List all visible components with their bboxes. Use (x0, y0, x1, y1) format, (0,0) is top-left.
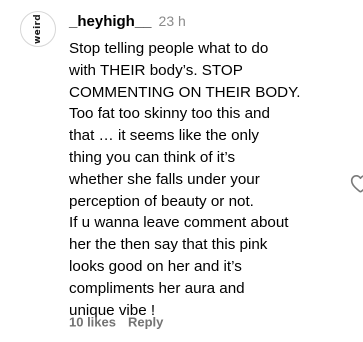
comment-text-line: that … it seems like the only (69, 127, 259, 145)
avatar-text: weird (32, 14, 43, 44)
comment-text-line: thing you can think of it’s (69, 148, 236, 166)
comment-text-line: looks good on her and it’s (69, 257, 242, 275)
username-link[interactable]: _heyhigh__ (69, 13, 152, 30)
comment-text-line: with THEIR body’s. STOP (69, 61, 243, 79)
comment-actions: 10 likes Reply (69, 315, 163, 330)
comment-text-line: whether she falls under your (69, 170, 260, 188)
comment-header: _heyhigh__ 23 h (69, 10, 186, 32)
comment-text-line: COMMENTING ON THEIR BODY. (69, 83, 301, 101)
comment-item: weird _heyhigh__ 23 h Stop telling people… (0, 0, 363, 342)
comment-text-line: Too fat too skinny too this and (69, 105, 270, 123)
reply-button[interactable]: Reply (128, 315, 163, 330)
comment-text-line: her the then say that this pink (69, 236, 268, 254)
comment-text-line: Stop telling people what to do (69, 40, 269, 57)
likes-count[interactable]: 10 likes (69, 315, 116, 330)
comment-text-line: If u wanna leave comment about (69, 214, 289, 232)
comment-text-line: perception of beauty or not. (69, 192, 254, 210)
comment-text: Stop telling people what to do with THEI… (69, 38, 347, 321)
comment-text-line: compliments her aura and (69, 279, 245, 297)
avatar[interactable]: weird (20, 11, 56, 47)
comment-timestamp[interactable]: 23 h (159, 13, 186, 29)
heart-outline-icon[interactable] (350, 174, 363, 193)
